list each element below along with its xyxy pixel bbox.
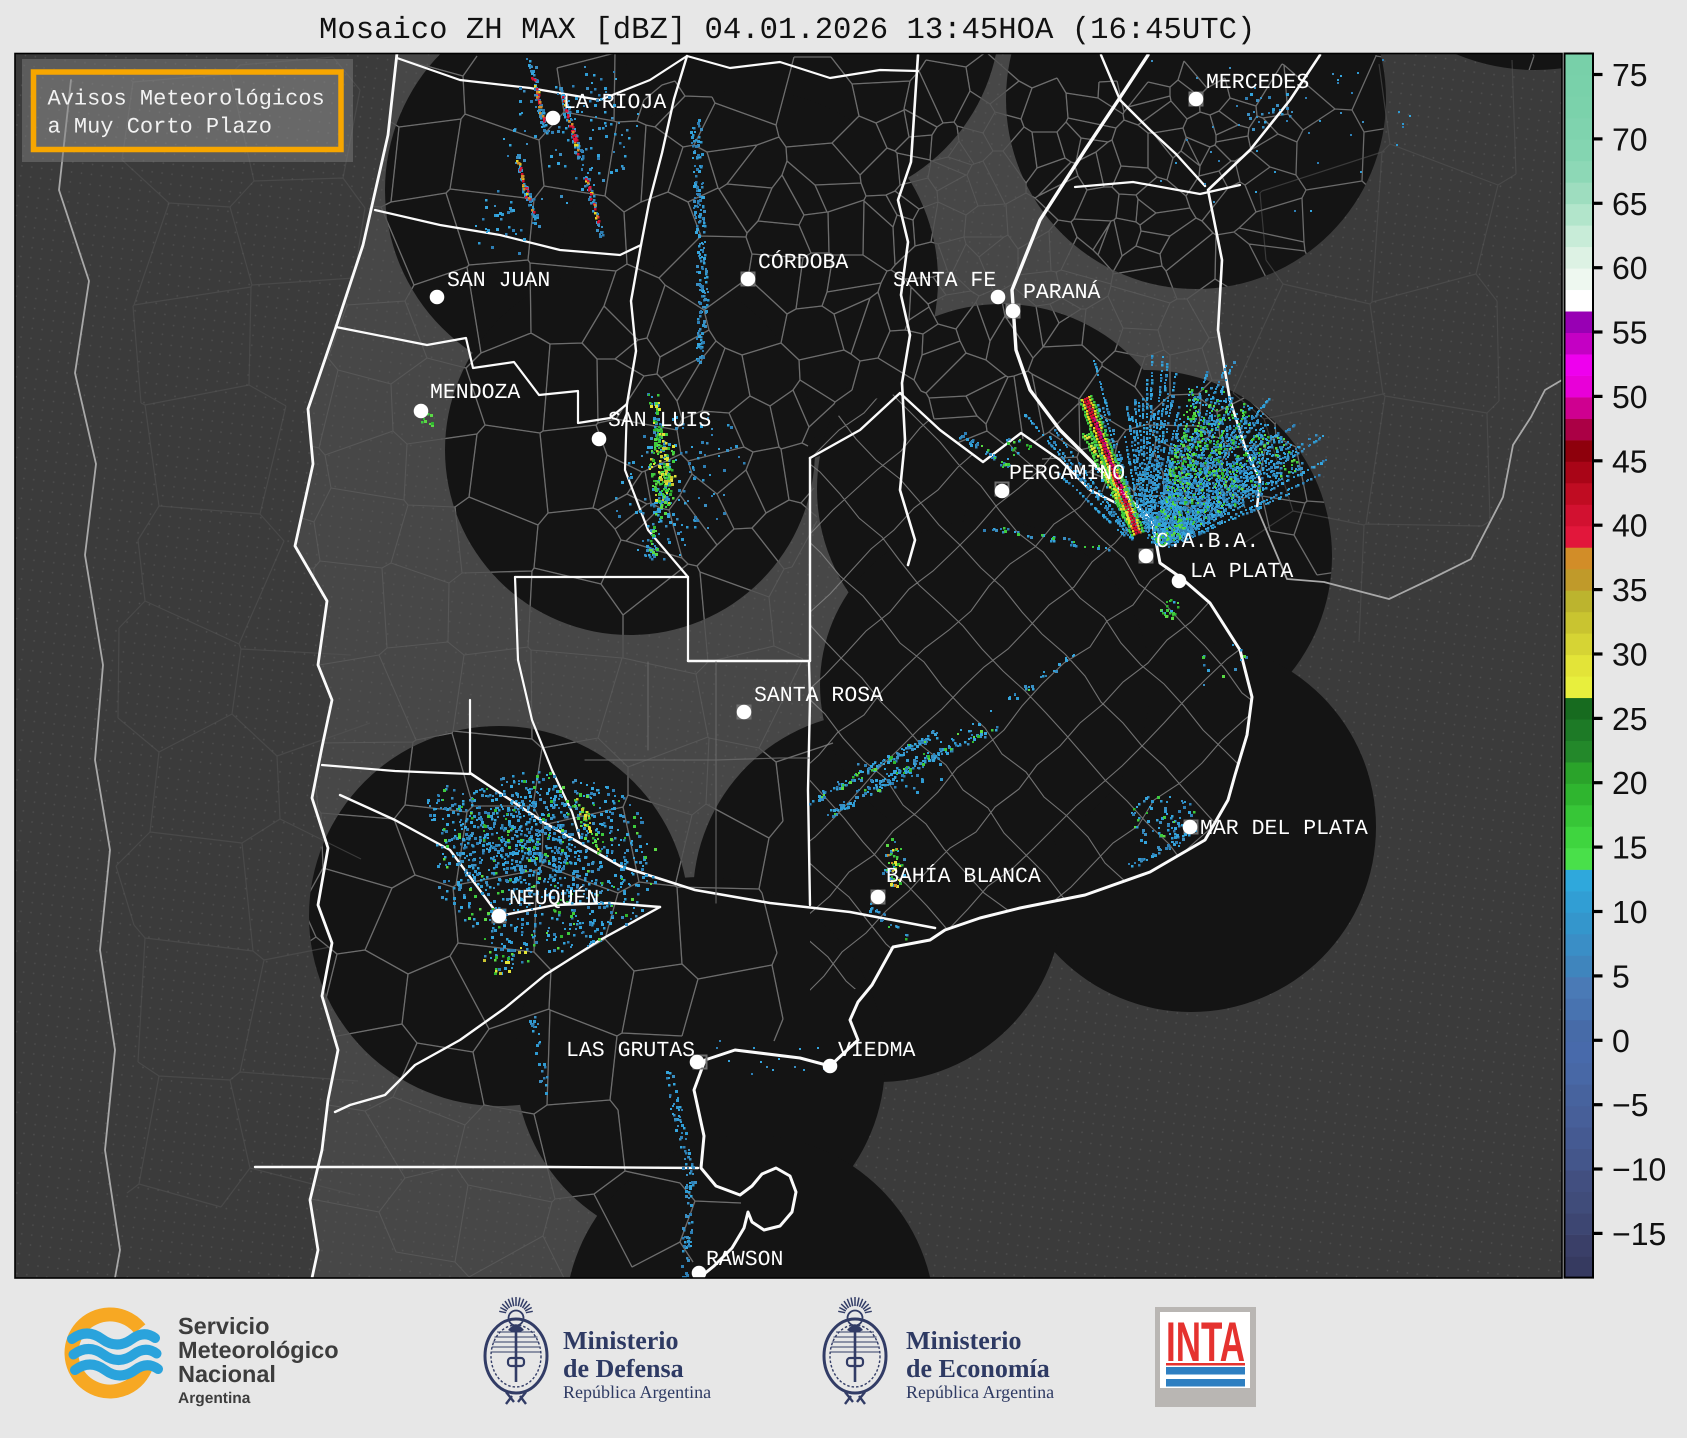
- svg-text:65: 65: [1612, 186, 1648, 222]
- svg-text:Argentina: Argentina: [178, 1390, 251, 1407]
- svg-text:LA PLATA: LA PLATA: [1190, 560, 1293, 584]
- svg-text:−5: −5: [1612, 1087, 1648, 1123]
- svg-text:55: 55: [1612, 315, 1648, 351]
- svg-text:CÓRDOBA: CÓRDOBA: [758, 250, 848, 275]
- svg-text:PERGAMINO: PERGAMINO: [1009, 462, 1125, 486]
- svg-text:30: 30: [1612, 637, 1648, 673]
- svg-text:0: 0: [1612, 1023, 1630, 1059]
- svg-text:SANTA FE: SANTA FE: [893, 269, 996, 293]
- svg-text:SAN JUAN: SAN JUAN: [447, 269, 550, 293]
- svg-text:70: 70: [1612, 121, 1648, 157]
- svg-text:SAN LUIS: SAN LUIS: [608, 409, 711, 433]
- svg-text:Mosaico ZH MAX [dBZ] 04.01.202: Mosaico ZH MAX [dBZ] 04.01.2026 13:45HOA…: [319, 14, 1255, 48]
- svg-text:República Argentina: República Argentina: [563, 1382, 711, 1402]
- svg-text:BAHÍA BLANCA: BAHÍA BLANCA: [886, 864, 1041, 889]
- svg-text:40: 40: [1612, 508, 1648, 544]
- svg-text:10: 10: [1612, 894, 1648, 930]
- svg-text:de Defensa: de Defensa: [563, 1354, 684, 1383]
- svg-text:MENDOZA: MENDOZA: [430, 381, 520, 405]
- svg-text:C.A.B.A.: C.A.B.A.: [1156, 530, 1259, 554]
- svg-text:LAS GRUTAS: LAS GRUTAS: [566, 1039, 695, 1063]
- svg-text:50: 50: [1612, 379, 1648, 415]
- svg-text:15: 15: [1612, 830, 1648, 866]
- svg-text:NEUQUÉN: NEUQUÉN: [509, 886, 599, 911]
- svg-text:Nacional: Nacional: [178, 1361, 276, 1387]
- svg-text:VIEDMA: VIEDMA: [838, 1039, 916, 1063]
- svg-text:−10: −10: [1612, 1152, 1666, 1188]
- svg-text:Ministerio: Ministerio: [563, 1326, 679, 1355]
- svg-text:RAWSON: RAWSON: [706, 1248, 783, 1272]
- svg-text:5: 5: [1612, 958, 1630, 994]
- svg-text:a Muy Corto Plazo: a Muy Corto Plazo: [48, 115, 272, 140]
- svg-text:Avisos Meteorológicos: Avisos Meteorológicos: [48, 87, 325, 112]
- svg-text:LA RIOJA: LA RIOJA: [563, 91, 666, 115]
- svg-text:25: 25: [1612, 701, 1648, 737]
- svg-text:MERCEDES: MERCEDES: [1206, 71, 1309, 95]
- svg-text:PARANÁ: PARANÁ: [1023, 280, 1101, 305]
- svg-text:45: 45: [1612, 443, 1648, 479]
- svg-text:Ministerio: Ministerio: [906, 1326, 1022, 1355]
- svg-text:35: 35: [1612, 572, 1648, 608]
- svg-text:MAR DEL PLATA: MAR DEL PLATA: [1200, 817, 1368, 841]
- svg-text:República Argentina: República Argentina: [906, 1382, 1054, 1402]
- svg-text:75: 75: [1612, 57, 1648, 93]
- svg-text:SANTA ROSA: SANTA ROSA: [754, 684, 883, 708]
- svg-text:−15: −15: [1612, 1216, 1666, 1252]
- svg-text:20: 20: [1612, 765, 1648, 801]
- svg-text:Meteorológico: Meteorológico: [178, 1337, 339, 1363]
- svg-text:Servicio: Servicio: [178, 1313, 269, 1339]
- svg-text:de Economía: de Economía: [906, 1354, 1050, 1383]
- svg-text:60: 60: [1612, 250, 1648, 286]
